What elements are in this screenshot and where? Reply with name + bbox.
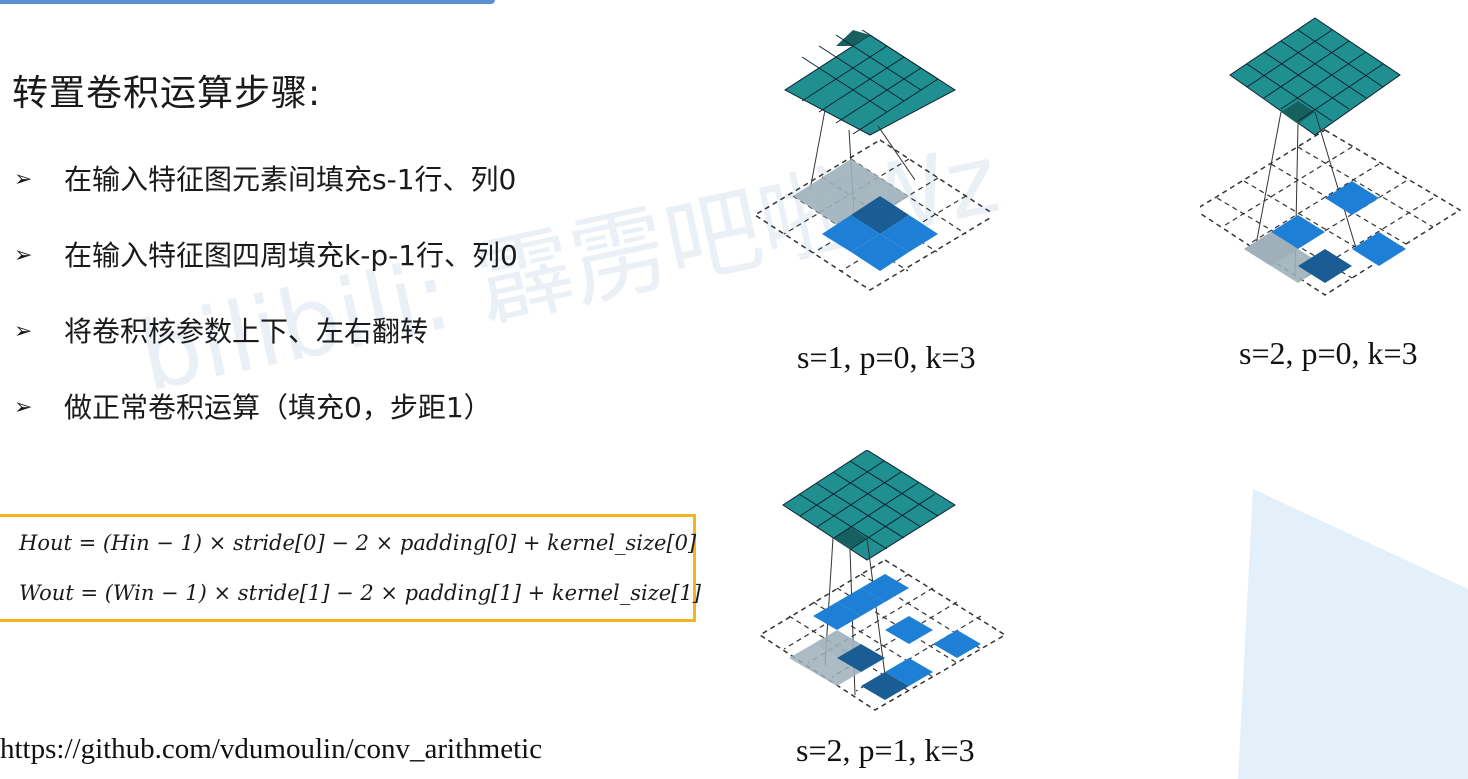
caption-diagram-2: s=2, p=0, k=3 — [1239, 335, 1418, 371]
list-item: ➢ 将卷积核参数上下、左右翻转 — [14, 312, 518, 388]
step-text: 将卷积核参数上下、左右翻转 — [64, 315, 429, 348]
arrow-bullet-icon: ➢ — [14, 319, 33, 344]
arrow-bullet-icon: ➢ — [14, 395, 33, 420]
top-accent-bar — [0, 0, 495, 4]
list-item: ➢ 在输入特征图元素间填充s-1行、列0 — [14, 160, 518, 236]
diagram-s2-p1-k3 — [758, 450, 1007, 711]
step-text: 在输入特征图四周填充k-p-1行、列0 — [64, 239, 518, 272]
formula-h-out: Hout = (Hin − 1) × stride[0] − 2 × paddi… — [19, 531, 697, 555]
caption-diagram-1: s=1, p=0, k=3 — [797, 339, 976, 375]
arrow-bullet-icon: ➢ — [14, 243, 33, 268]
decorative-triangle — [1238, 489, 1468, 779]
output-grid — [782, 450, 956, 561]
steps-list: ➢ 在输入特征图元素间填充s-1行、列0 ➢ 在输入特征图四周填充k-p-1行、… — [14, 160, 518, 464]
input-grid — [758, 559, 1007, 711]
list-item: ➢ 在输入特征图四周填充k-p-1行、列0 — [14, 236, 518, 312]
source-url: https://github.com/vdumoulin/conv_arithm… — [0, 733, 543, 765]
step-text: 在输入特征图元素间填充s-1行、列0 — [64, 163, 517, 196]
diagram-s1-p0-k3 — [753, 30, 990, 291]
formula-box: Hout = (Hin − 1) × stride[0] − 2 × paddi… — [0, 514, 701, 622]
output-grid — [784, 30, 956, 136]
arrow-bullet-icon: ➢ — [14, 167, 33, 192]
input-grid — [1200, 129, 1462, 296]
formula-w-out: Wout = (Win − 1) × stride[1] − 2 × paddi… — [19, 581, 701, 605]
slide-title: 转置卷积运算步骤: — [12, 73, 322, 114]
input-grid — [753, 139, 990, 291]
step-text: 做正常卷积运算（填充0，步距1） — [64, 391, 492, 424]
diagram-s2-p0-k3 — [1200, 17, 1462, 296]
list-item: ➢ 做正常卷积运算（填充0，步距1） — [14, 388, 518, 464]
caption-diagram-3: s=2, p=1, k=3 — [796, 732, 975, 768]
output-grid — [1229, 17, 1401, 136]
